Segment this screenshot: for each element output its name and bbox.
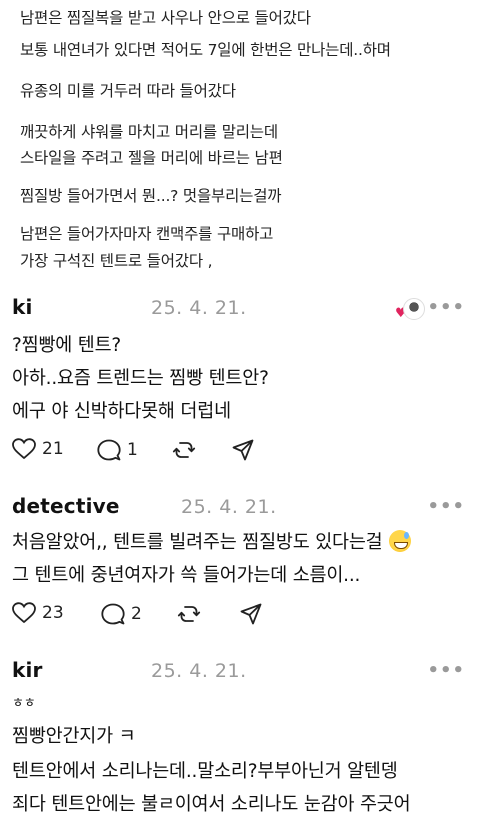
heart-icon xyxy=(12,438,36,460)
post-line: 스타일을 주려고 젤을 머리에 바르는 남편 xyxy=(20,149,283,167)
comment-line: 텐트안에서 소리나는데..말소리?부부아닌거 알텐뎅 xyxy=(12,761,398,782)
comment-line-with-emoji: 처음알았어,, 텐트를 빌려주는 찜질방도 있다는걸 xyxy=(12,528,411,554)
author-liked-badge: ♥ xyxy=(395,298,425,322)
repost-icon xyxy=(172,442,196,458)
sweat-smile-emoji xyxy=(388,530,411,552)
post-line: 보통 내연녀가 있다면 적어도 7일에 한번은 만나는데..하며 xyxy=(20,41,391,59)
share-button[interactable] xyxy=(231,438,255,462)
reply-button[interactable]: 2 xyxy=(101,602,142,626)
comment-date: 25. 4. 21. xyxy=(181,496,277,518)
like-count: 21 xyxy=(42,439,64,459)
comment-date: 25. 4. 21. xyxy=(151,297,247,319)
comment-actions: 21 1 xyxy=(12,438,312,466)
comment-username[interactable]: ki xyxy=(12,295,33,319)
like-button[interactable]: 23 xyxy=(12,602,64,624)
reply-count: 2 xyxy=(131,604,142,624)
post-line: 가장 구석진 텐트로 들어갔다 , xyxy=(20,252,213,270)
heart-icon xyxy=(12,602,36,624)
reply-button[interactable]: 1 xyxy=(97,438,138,462)
avatar xyxy=(403,298,425,320)
comment-line: 죄다 텐트안에는 불ㄹ이여서 소리나도 눈감아 주긋어 xyxy=(12,794,411,815)
comment-username[interactable]: detective xyxy=(12,494,120,518)
share-button[interactable] xyxy=(239,602,263,626)
post-line: 유종의 미를 거두러 따라 들어갔다 xyxy=(20,82,236,100)
comment-line: 그 텐트에 중년여자가 쓱 들어가는데 소름이... xyxy=(12,565,361,586)
comment-line: 찜빵안간지가 ㅋ xyxy=(12,726,136,747)
comment-date: 25. 4. 21. xyxy=(151,660,247,682)
comment-bubble-icon xyxy=(101,603,125,625)
comment-line: 에구 야 신박하다못해 더럽네 xyxy=(12,401,231,422)
more-options-icon[interactable]: ••• xyxy=(427,297,465,318)
comment-line: 아하..요즘 트렌드는 찜빵 텐트안? xyxy=(12,368,269,389)
comment-line: ?찜빵에 텐트? xyxy=(12,335,122,356)
post-line: 찜질방 들어가면서 뭔...? 멋을부리는걸까 xyxy=(20,187,282,205)
post-line: 남편은 찜질복을 받고 사우나 안으로 들어갔다 xyxy=(20,9,311,27)
repost-icon xyxy=(177,606,201,622)
comment-actions: 23 2 xyxy=(12,602,312,630)
comment-bubble-icon xyxy=(97,439,121,461)
like-button[interactable]: 21 xyxy=(12,438,64,460)
like-count: 23 xyxy=(42,603,64,623)
more-options-icon[interactable]: ••• xyxy=(427,660,465,681)
comment-text: 처음알았어,, 텐트를 빌려주는 찜질방도 있다는걸 xyxy=(12,532,383,553)
share-send-icon xyxy=(240,603,262,625)
comment-line: ㅎㅎ xyxy=(12,696,36,711)
post-line: 남편은 들어가자마자 캔맥주를 구매하고 xyxy=(20,225,274,243)
comment-username[interactable]: kir xyxy=(12,658,43,682)
repost-button[interactable] xyxy=(177,602,201,626)
share-send-icon xyxy=(232,439,254,461)
reply-count: 1 xyxy=(127,440,138,460)
more-options-icon[interactable]: ••• xyxy=(427,496,465,517)
post-line: 깨끗하게 샤워를 마치고 머리를 말리는데 xyxy=(20,123,278,141)
repost-button[interactable] xyxy=(172,438,196,462)
